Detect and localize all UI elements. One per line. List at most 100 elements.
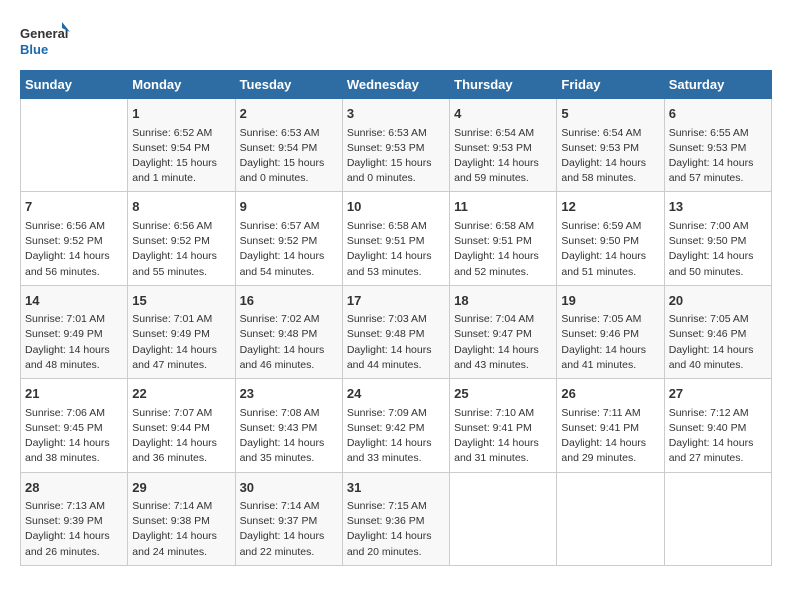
calendar-day-header: Monday [128,71,235,99]
day-number: 19 [561,291,659,311]
calendar-cell: 17Sunrise: 7:03 AMSunset: 9:48 PMDayligh… [342,285,449,378]
cell-content: Sunrise: 7:05 AMSunset: 9:46 PMDaylight:… [669,312,767,373]
calendar-week-row: 1Sunrise: 6:52 AMSunset: 9:54 PMDaylight… [21,99,772,192]
calendar-cell: 15Sunrise: 7:01 AMSunset: 9:49 PMDayligh… [128,285,235,378]
calendar-cell: 9Sunrise: 6:57 AMSunset: 9:52 PMDaylight… [235,192,342,285]
calendar-cell [450,472,557,565]
day-number: 24 [347,384,445,404]
cell-content: Sunrise: 6:58 AMSunset: 9:51 PMDaylight:… [347,219,445,280]
day-number: 17 [347,291,445,311]
cell-content: Sunrise: 7:05 AMSunset: 9:46 PMDaylight:… [561,312,659,373]
cell-content: Sunrise: 7:11 AMSunset: 9:41 PMDaylight:… [561,406,659,467]
calendar-cell: 1Sunrise: 6:52 AMSunset: 9:54 PMDaylight… [128,99,235,192]
calendar-cell: 5Sunrise: 6:54 AMSunset: 9:53 PMDaylight… [557,99,664,192]
logo-svg: General Blue [20,20,70,60]
day-number: 11 [454,197,552,217]
cell-content: Sunrise: 7:06 AMSunset: 9:45 PMDaylight:… [25,406,123,467]
cell-content: Sunrise: 7:01 AMSunset: 9:49 PMDaylight:… [132,312,230,373]
day-number: 12 [561,197,659,217]
calendar-cell: 4Sunrise: 6:54 AMSunset: 9:53 PMDaylight… [450,99,557,192]
calendar-cell: 3Sunrise: 6:53 AMSunset: 9:53 PMDaylight… [342,99,449,192]
cell-content: Sunrise: 6:52 AMSunset: 9:54 PMDaylight:… [132,126,230,187]
cell-content: Sunrise: 6:57 AMSunset: 9:52 PMDaylight:… [240,219,338,280]
calendar-cell: 14Sunrise: 7:01 AMSunset: 9:49 PMDayligh… [21,285,128,378]
cell-content: Sunrise: 7:00 AMSunset: 9:50 PMDaylight:… [669,219,767,280]
day-number: 22 [132,384,230,404]
calendar-cell: 18Sunrise: 7:04 AMSunset: 9:47 PMDayligh… [450,285,557,378]
cell-content: Sunrise: 7:01 AMSunset: 9:49 PMDaylight:… [25,312,123,373]
cell-content: Sunrise: 7:09 AMSunset: 9:42 PMDaylight:… [347,406,445,467]
day-number: 4 [454,104,552,124]
cell-content: Sunrise: 7:03 AMSunset: 9:48 PMDaylight:… [347,312,445,373]
calendar-cell: 7Sunrise: 6:56 AMSunset: 9:52 PMDaylight… [21,192,128,285]
day-number: 21 [25,384,123,404]
day-number: 15 [132,291,230,311]
calendar-cell [557,472,664,565]
calendar-cell: 6Sunrise: 6:55 AMSunset: 9:53 PMDaylight… [664,99,771,192]
calendar-cell: 10Sunrise: 6:58 AMSunset: 9:51 PMDayligh… [342,192,449,285]
day-number: 14 [25,291,123,311]
calendar-cell: 16Sunrise: 7:02 AMSunset: 9:48 PMDayligh… [235,285,342,378]
day-number: 5 [561,104,659,124]
calendar-cell: 11Sunrise: 6:58 AMSunset: 9:51 PMDayligh… [450,192,557,285]
day-number: 7 [25,197,123,217]
calendar-day-header: Sunday [21,71,128,99]
cell-content: Sunrise: 7:13 AMSunset: 9:39 PMDaylight:… [25,499,123,560]
calendar-cell: 25Sunrise: 7:10 AMSunset: 9:41 PMDayligh… [450,379,557,472]
calendar-table: SundayMondayTuesdayWednesdayThursdayFrid… [20,70,772,566]
cell-content: Sunrise: 7:07 AMSunset: 9:44 PMDaylight:… [132,406,230,467]
day-number: 1 [132,104,230,124]
calendar-cell: 27Sunrise: 7:12 AMSunset: 9:40 PMDayligh… [664,379,771,472]
calendar-cell: 30Sunrise: 7:14 AMSunset: 9:37 PMDayligh… [235,472,342,565]
cell-content: Sunrise: 6:53 AMSunset: 9:53 PMDaylight:… [347,126,445,187]
calendar-day-header: Thursday [450,71,557,99]
calendar-week-row: 14Sunrise: 7:01 AMSunset: 9:49 PMDayligh… [21,285,772,378]
cell-content: Sunrise: 6:58 AMSunset: 9:51 PMDaylight:… [454,219,552,280]
calendar-cell: 20Sunrise: 7:05 AMSunset: 9:46 PMDayligh… [664,285,771,378]
cell-content: Sunrise: 6:54 AMSunset: 9:53 PMDaylight:… [454,126,552,187]
day-number: 13 [669,197,767,217]
cell-content: Sunrise: 7:14 AMSunset: 9:37 PMDaylight:… [240,499,338,560]
cell-content: Sunrise: 7:10 AMSunset: 9:41 PMDaylight:… [454,406,552,467]
calendar-week-row: 7Sunrise: 6:56 AMSunset: 9:52 PMDaylight… [21,192,772,285]
day-number: 23 [240,384,338,404]
cell-content: Sunrise: 7:04 AMSunset: 9:47 PMDaylight:… [454,312,552,373]
day-number: 26 [561,384,659,404]
calendar-day-header: Tuesday [235,71,342,99]
day-number: 29 [132,478,230,498]
day-number: 6 [669,104,767,124]
day-number: 20 [669,291,767,311]
day-number: 30 [240,478,338,498]
calendar-cell: 21Sunrise: 7:06 AMSunset: 9:45 PMDayligh… [21,379,128,472]
calendar-cell: 29Sunrise: 7:14 AMSunset: 9:38 PMDayligh… [128,472,235,565]
day-number: 8 [132,197,230,217]
day-number: 3 [347,104,445,124]
cell-content: Sunrise: 7:12 AMSunset: 9:40 PMDaylight:… [669,406,767,467]
calendar-day-header: Friday [557,71,664,99]
logo: General Blue [20,20,70,60]
cell-content: Sunrise: 6:54 AMSunset: 9:53 PMDaylight:… [561,126,659,187]
day-number: 16 [240,291,338,311]
calendar-header-row: SundayMondayTuesdayWednesdayThursdayFrid… [21,71,772,99]
page-header: General Blue [20,20,772,60]
calendar-day-header: Saturday [664,71,771,99]
calendar-cell: 31Sunrise: 7:15 AMSunset: 9:36 PMDayligh… [342,472,449,565]
cell-content: Sunrise: 6:59 AMSunset: 9:50 PMDaylight:… [561,219,659,280]
calendar-cell [664,472,771,565]
calendar-cell: 2Sunrise: 6:53 AMSunset: 9:54 PMDaylight… [235,99,342,192]
cell-content: Sunrise: 7:02 AMSunset: 9:48 PMDaylight:… [240,312,338,373]
calendar-cell: 8Sunrise: 6:56 AMSunset: 9:52 PMDaylight… [128,192,235,285]
day-number: 2 [240,104,338,124]
calendar-cell: 13Sunrise: 7:00 AMSunset: 9:50 PMDayligh… [664,192,771,285]
day-number: 27 [669,384,767,404]
calendar-cell: 22Sunrise: 7:07 AMSunset: 9:44 PMDayligh… [128,379,235,472]
calendar-cell: 19Sunrise: 7:05 AMSunset: 9:46 PMDayligh… [557,285,664,378]
calendar-cell: 28Sunrise: 7:13 AMSunset: 9:39 PMDayligh… [21,472,128,565]
cell-content: Sunrise: 7:14 AMSunset: 9:38 PMDaylight:… [132,499,230,560]
calendar-cell: 26Sunrise: 7:11 AMSunset: 9:41 PMDayligh… [557,379,664,472]
cell-content: Sunrise: 7:15 AMSunset: 9:36 PMDaylight:… [347,499,445,560]
calendar-cell: 12Sunrise: 6:59 AMSunset: 9:50 PMDayligh… [557,192,664,285]
cell-content: Sunrise: 6:56 AMSunset: 9:52 PMDaylight:… [25,219,123,280]
calendar-cell [21,99,128,192]
cell-content: Sunrise: 7:08 AMSunset: 9:43 PMDaylight:… [240,406,338,467]
